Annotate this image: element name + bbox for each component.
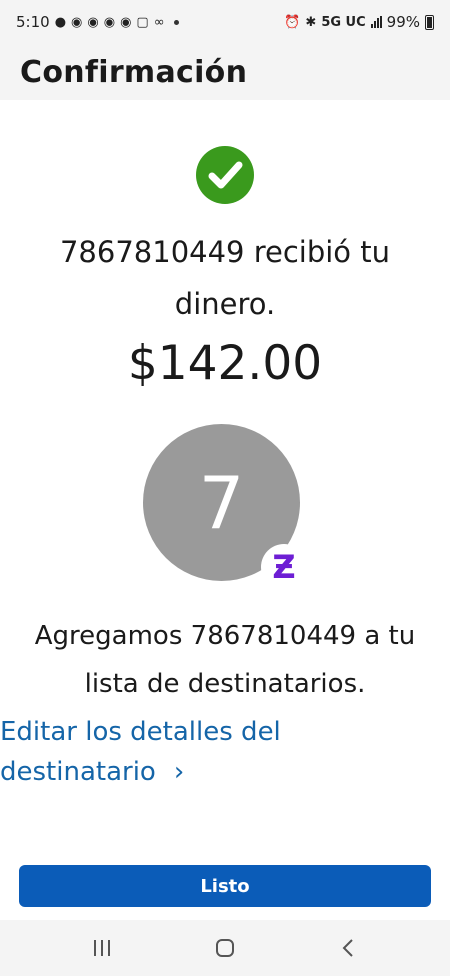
recent-apps-icon [93, 940, 110, 956]
recent-apps-button[interactable] [82, 928, 122, 968]
bluetooth-icon: ✱ [305, 14, 317, 30]
instagram-icon: ▢ [136, 14, 149, 30]
alarm-icon: ⏰ [284, 14, 301, 30]
more-notifications-dot [173, 19, 179, 25]
signal-icon [370, 16, 382, 28]
success-check-icon [196, 146, 254, 204]
added-line-1: Agregamos 7867810449 a tu [34, 621, 416, 651]
zelle-logo-icon: Ƶ [272, 548, 296, 586]
pinterest-icon: ◉ [87, 14, 99, 30]
added-line-2: lista de destinatarios. [84, 669, 366, 699]
system-nav-bar [0, 920, 450, 976]
amount-sent: $142.00 [127, 336, 323, 391]
voicemail-icon: ∞ [153, 14, 165, 30]
status-time: 5:10 [16, 13, 50, 31]
received-line-2: dinero. [174, 287, 276, 321]
page-title: Confirmación [20, 54, 248, 90]
chat-icon: ● [54, 14, 67, 30]
battery-percent: 99% [386, 13, 420, 31]
zelle-badge: Ƶ [261, 544, 307, 590]
chevron-right-icon: › [173, 757, 185, 787]
edit-link-line-2-row: destinatario › [0, 752, 320, 792]
done-button[interactable]: Listo [19, 865, 431, 907]
pinterest-icon: ◉ [103, 14, 116, 30]
pinterest-icon: ◉ [71, 14, 83, 30]
app-header: Confirmación [0, 44, 450, 100]
status-bar: 5:10 ● ◉ ◉ ◉ ◉ ▢ ∞ ⏰ ✱ 5G UC 99% [0, 0, 450, 44]
received-line-1: 7867810449 recibió tu [59, 235, 391, 269]
pinterest-icon: ◉ [120, 14, 132, 30]
home-icon [215, 939, 234, 957]
avatar-initial: 7 [198, 460, 245, 545]
status-left: 5:10 ● ◉ ◉ ◉ ◉ ▢ ∞ [16, 13, 179, 31]
back-button[interactable] [328, 928, 368, 968]
added-recipient-message: Agregamos 7867810449 a tu lista de desti… [0, 612, 450, 708]
status-right: ⏰ ✱ 5G UC 99% [284, 13, 434, 31]
edit-link-line-1: Editar los detalles del [0, 717, 281, 747]
battery-icon [425, 14, 434, 30]
edit-link-line-2: destinatario [0, 757, 156, 787]
home-button[interactable] [205, 928, 245, 968]
network-label: 5G UC [321, 14, 366, 30]
received-message: 7867810449 recibió tu dinero. [0, 226, 450, 330]
edit-recipient-details-link[interactable]: Editar los detalles del destinatario › [0, 712, 320, 792]
back-icon [342, 939, 354, 957]
